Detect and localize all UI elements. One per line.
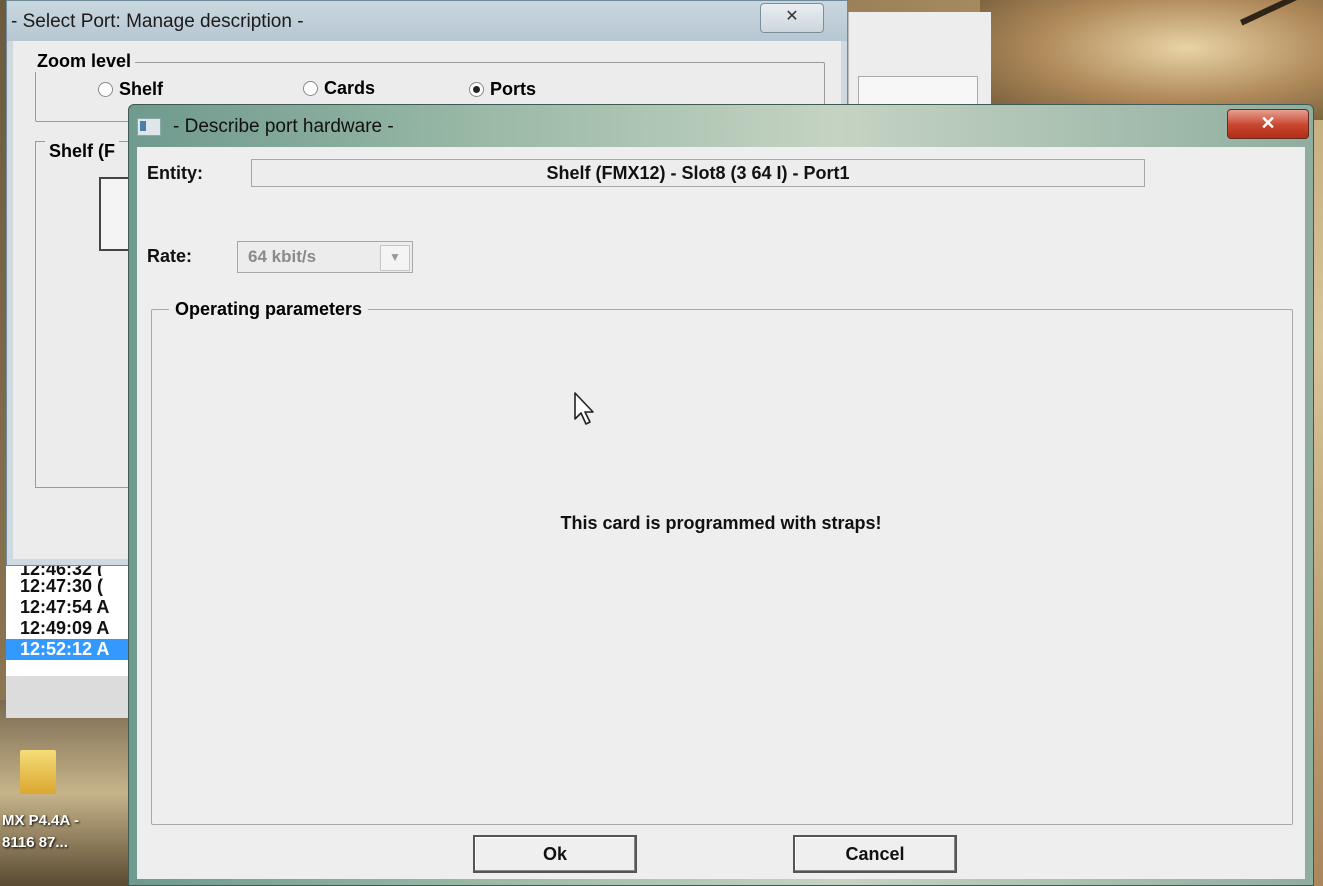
- desktop-folder-label-line2: 8116 87...: [2, 834, 68, 851]
- radio-shelf[interactable]: Shelf: [98, 79, 163, 100]
- describe-port-titlebar[interactable]: - Describe port hardware - ✕: [129, 105, 1313, 147]
- describe-port-title: - Describe port hardware -: [173, 116, 394, 137]
- mouse-cursor-icon: [574, 392, 594, 425]
- close-icon[interactable]: ✕: [760, 3, 824, 33]
- zoom-level-label: Zoom level: [33, 51, 136, 72]
- cancel-button[interactable]: Cancel: [793, 835, 957, 873]
- entity-field: Shelf (FMX12) - Slot8 (3 64 I) - Port1: [251, 159, 1145, 187]
- app-window-icon: [137, 118, 161, 136]
- desktop-folder-label-line1: MX P4.4A -: [2, 812, 79, 829]
- list-item[interactable]: 12:47:30 (: [6, 576, 130, 597]
- entity-label: Entity:: [147, 163, 203, 183]
- radio-ports[interactable]: Ports: [469, 79, 536, 100]
- radio-cards-indicator[interactable]: [303, 81, 318, 96]
- close-icon[interactable]: ✕: [1227, 109, 1309, 139]
- radio-cards[interactable]: Cards: [303, 78, 375, 99]
- rate-dropdown[interactable]: 64 kbit/s ▼: [237, 241, 413, 273]
- describe-port-client: Entity: Shelf (FMX12) - Slot8 (3 64 I) -…: [137, 147, 1305, 879]
- desktop-folder-shortcut[interactable]: [20, 750, 60, 802]
- list-item-selected[interactable]: 12:52:12 A: [6, 639, 130, 660]
- rate-value: 64 kbit/s: [248, 247, 317, 266]
- radio-shelf-label: Shelf: [119, 79, 164, 99]
- event-log-list[interactable]: 12:46:32 ( 12:47:30 ( 12:47:54 A 12:49:0…: [6, 566, 130, 676]
- list-item[interactable]: 12:47:54 A: [6, 597, 130, 618]
- operating-parameters-label: Operating parameters: [169, 299, 369, 320]
- shelf-group-label: Shelf (F: [45, 141, 119, 162]
- select-port-title: - Select Port: Manage description -: [11, 11, 304, 32]
- ok-button[interactable]: Ok: [473, 835, 637, 873]
- desktop-folder-label[interactable]: MX P4.4A - 8116 87...: [2, 810, 79, 854]
- straps-message: This card is programmed with straps!: [560, 513, 882, 533]
- folder-icon: [20, 750, 56, 794]
- chevron-down-icon[interactable]: ▼: [380, 245, 410, 271]
- status-strip: [6, 676, 130, 718]
- select-port-titlebar[interactable]: - Select Port: Manage description - ✕: [7, 1, 847, 41]
- radio-ports-label: Ports: [490, 79, 537, 99]
- radio-ports-indicator[interactable]: [469, 82, 484, 97]
- rate-label: Rate:: [147, 246, 193, 266]
- describe-port-dialog: - Describe port hardware - ✕ Entity: She…: [128, 104, 1314, 886]
- list-item[interactable]: 12:49:09 A: [6, 618, 130, 639]
- operating-parameters-group: [151, 309, 1293, 825]
- radio-cards-label: Cards: [324, 78, 376, 98]
- list-item[interactable]: 12:46:32 (: [6, 566, 130, 576]
- radio-shelf-indicator[interactable]: [98, 82, 113, 97]
